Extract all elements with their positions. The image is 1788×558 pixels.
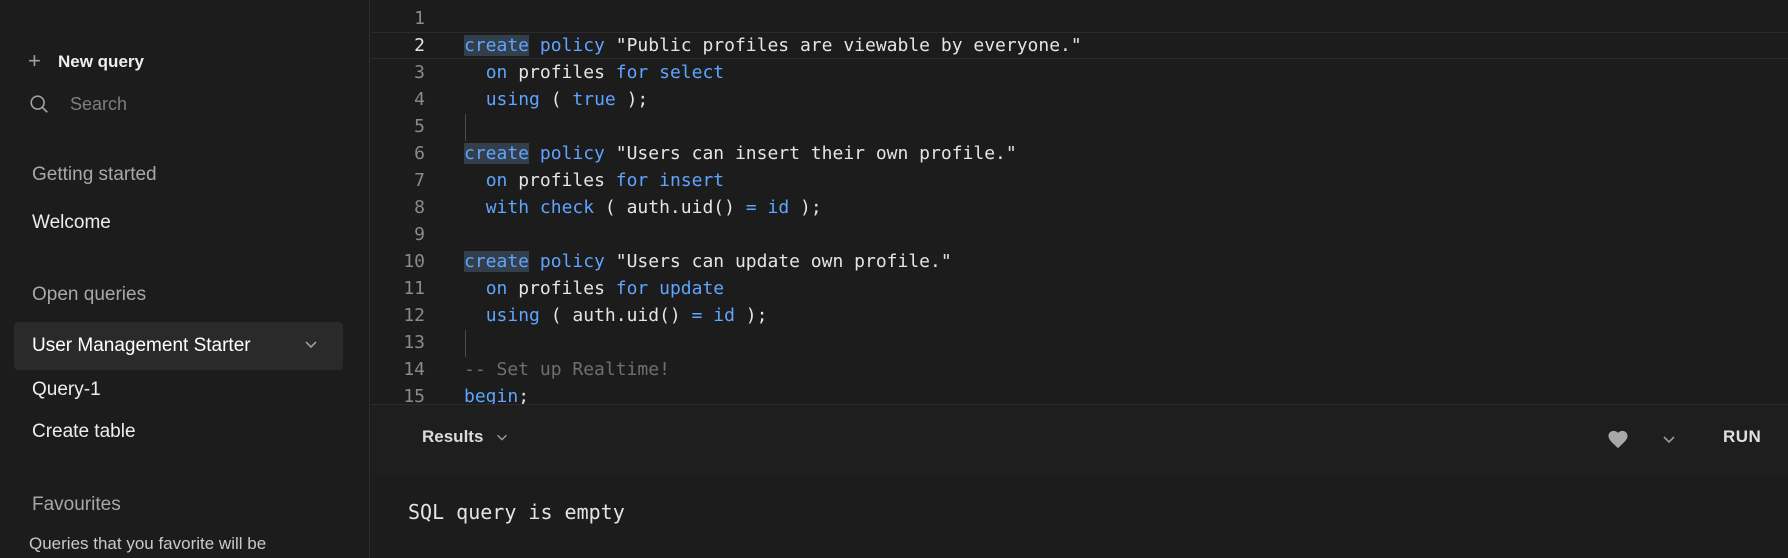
code-line[interactable]: 6 create policy "Users can insert their o… [371,140,1788,167]
code-line[interactable]: 7 on profiles for insert [371,167,1788,194]
code-line[interactable]: 3 on profiles for select [371,59,1788,86]
line-number: 6 [414,143,425,164]
code-line[interactable]: 1 [371,5,1788,32]
code-text: create policy "Users can update own prof… [464,251,952,272]
code-line[interactable]: 9 [371,221,1788,248]
indent-guide [465,330,466,357]
sidebar: + New query Search Getting started Welco… [0,0,370,558]
empty-results-message: SQL query is empty [408,500,625,524]
sidebar-item-create-table[interactable]: Create table [32,421,136,443]
code-text: create policy "Users can insert their ow… [464,143,1017,164]
search-input[interactable]: Search [28,88,328,120]
heart-icon[interactable] [1607,429,1629,449]
line-number: 13 [403,332,425,353]
line-number: 14 [403,359,425,380]
search-placeholder: Search [70,93,128,114]
code-text: on profiles for select [485,62,725,83]
code-line[interactable]: 14 -- Set up Realtime! [371,356,1788,383]
sql-editor[interactable]: 1 2 create policy "Public profiles are vie… [371,0,1788,404]
new-query-label: New query [58,52,144,71]
code-line[interactable]: 2 create policy "Public profiles are view… [371,32,1788,59]
getting-started-heading: Getting started [32,164,157,185]
run-button[interactable]: RUN [1723,427,1761,447]
open-queries-heading: Open queries [32,284,147,305]
results-panel: SQL query is empty [371,474,1788,558]
code-line[interactable]: 5 [371,113,1788,140]
code-line[interactable]: 13 [371,329,1788,356]
line-number: 11 [403,278,425,299]
chevron-down-icon [497,434,508,441]
sidebar-item-user-management-starter[interactable]: User Management Starter [14,322,343,370]
code-line[interactable]: 4 using ( true ); [371,86,1788,113]
indent-guide [465,114,466,141]
code-text: with check ( auth.uid() = id ); [485,197,822,218]
code-line[interactable]: 10 create policy "Users can update own pr… [371,248,1788,275]
line-number: 10 [403,251,425,272]
sidebar-item-welcome[interactable]: Welcome [32,212,111,234]
code-text: on profiles for insert [485,170,725,191]
line-number: 5 [414,116,425,137]
line-number: 4 [414,89,425,110]
favourites-heading: Favourites [32,494,121,515]
line-number: 2 [414,35,425,56]
chevron-down-icon[interactable] [1661,432,1677,448]
sidebar-item-label: User Management Starter [32,335,251,356]
sidebar-item-query-1[interactable]: Query-1 [32,379,101,401]
results-tab[interactable]: Results [422,427,509,447]
code-line[interactable]: 11 on profiles for update [371,275,1788,302]
code-text: using ( true ); [485,89,649,110]
line-number: 1 [414,8,425,29]
code-line[interactable]: 15 begin; [371,383,1788,404]
results-tab-label: Results [422,427,484,446]
line-number: 12 [403,305,425,326]
chevron-down-icon[interactable] [303,336,319,352]
code-line[interactable]: 12 using ( auth.uid() = id ); [371,302,1788,329]
code-line[interactable]: 8 with check ( auth.uid() = id ); [371,194,1788,221]
code-text: begin; [464,386,530,404]
line-number: 8 [414,197,425,218]
code-text: using ( auth.uid() = id ); [485,305,768,326]
favourites-note: Queries that you favorite will be [29,534,267,553]
new-query-button[interactable]: + New query [28,47,144,77]
results-toolbar: Results RUN [371,404,1788,474]
search-icon [30,95,48,113]
line-number: 3 [414,62,425,83]
plus-icon: + [28,48,41,73]
code-text: -- Set up Realtime! [464,359,670,380]
line-number: 15 [403,386,425,404]
line-number: 7 [414,170,425,191]
line-number: 9 [414,224,425,245]
code-text: create policy "Public profiles are viewa… [464,35,1082,56]
code-text: on profiles for update [485,278,725,299]
